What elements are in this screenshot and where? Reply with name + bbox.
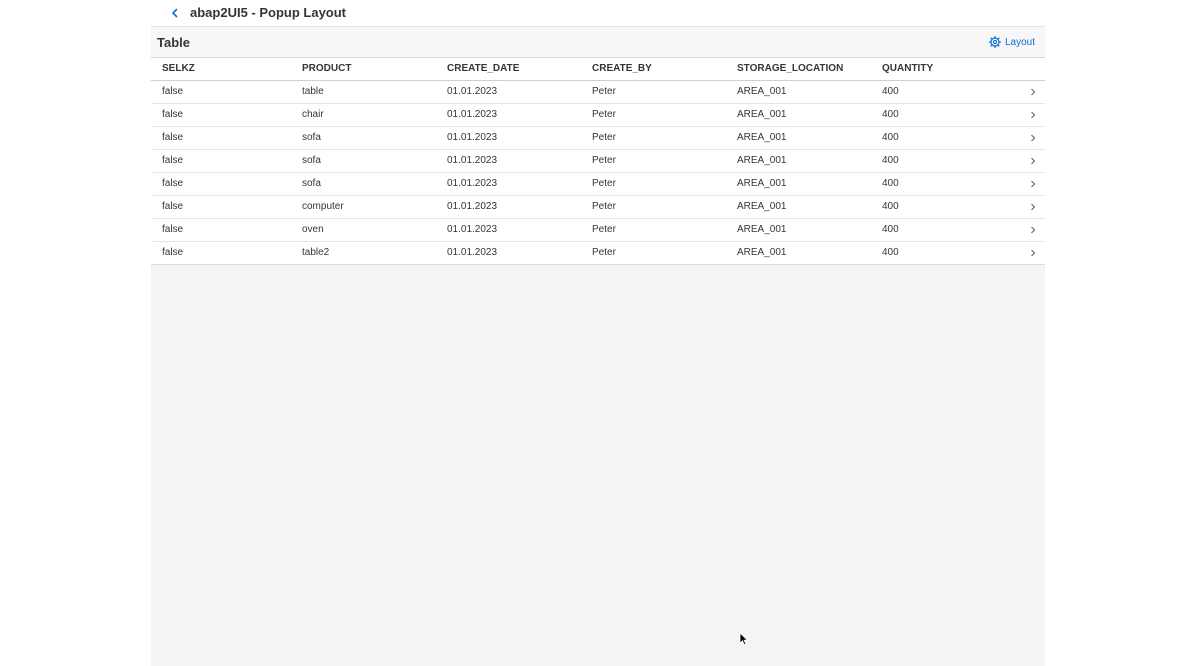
cell-create-date: 01.01.2023 [447, 155, 498, 166]
column-header-create-by[interactable]: CREATE_BY [592, 58, 652, 80]
chevron-right-icon[interactable] [1029, 157, 1037, 165]
cell-storage-location: AREA_001 [737, 155, 787, 166]
cell-selkz: false [162, 86, 184, 97]
cell-product: sofa [302, 178, 321, 189]
cell-storage-location: AREA_001 [737, 247, 787, 258]
chevron-right-icon[interactable] [1029, 134, 1037, 142]
layout-button[interactable]: Layout [988, 34, 1035, 50]
table-header-row: SELKZ PRODUCT CREATE_DATE CREATE_BY STOR… [151, 58, 1045, 81]
table-row[interactable]: false table2 01.01.2023 Peter AREA_001 4… [151, 242, 1045, 264]
chevron-right-icon[interactable] [1029, 226, 1037, 234]
cell-create-date: 01.01.2023 [447, 132, 498, 143]
cell-product: table [302, 86, 324, 97]
cell-storage-location: AREA_001 [737, 86, 787, 97]
table-toolbar: Table Layout [151, 27, 1045, 58]
table-row[interactable]: false sofa 01.01.2023 Peter AREA_001 400 [151, 127, 1045, 150]
back-button[interactable] [165, 3, 185, 23]
cell-create-by: Peter [592, 201, 616, 212]
cell-quantity: 400 [882, 247, 899, 258]
table-row[interactable]: false sofa 01.01.2023 Peter AREA_001 400 [151, 150, 1045, 173]
cell-create-by: Peter [592, 132, 616, 143]
cell-create-by: Peter [592, 155, 616, 166]
cell-selkz: false [162, 201, 184, 212]
column-header-storage-location[interactable]: STORAGE_LOCATION [737, 58, 843, 80]
column-header-selkz[interactable]: SELKZ [162, 58, 195, 80]
column-header-create-date[interactable]: CREATE_DATE [447, 58, 519, 80]
cell-storage-location: AREA_001 [737, 132, 787, 143]
gear-icon [988, 36, 1001, 48]
column-header-product[interactable]: PRODUCT [302, 58, 351, 80]
cell-create-by: Peter [592, 86, 616, 97]
chevron-right-icon[interactable] [1029, 203, 1037, 211]
chevron-right-icon[interactable] [1029, 88, 1037, 96]
table-row[interactable]: false oven 01.01.2023 Peter AREA_001 400 [151, 219, 1045, 242]
cell-storage-location: AREA_001 [737, 224, 787, 235]
cell-create-date: 01.01.2023 [447, 247, 498, 258]
chevron-right-icon[interactable] [1029, 111, 1037, 119]
cell-selkz: false [162, 178, 184, 189]
cell-quantity: 400 [882, 132, 899, 143]
cell-product: sofa [302, 132, 321, 143]
cell-create-date: 01.01.2023 [447, 201, 498, 212]
cell-storage-location: AREA_001 [737, 109, 787, 120]
cell-create-date: 01.01.2023 [447, 109, 498, 120]
cell-quantity: 400 [882, 86, 899, 97]
cell-storage-location: AREA_001 [737, 201, 787, 212]
cell-create-by: Peter [592, 109, 616, 120]
cell-create-by: Peter [592, 247, 616, 258]
page-header: abap2UI5 - Popup Layout [151, 0, 1045, 27]
chevron-right-icon[interactable] [1029, 180, 1037, 188]
cell-create-by: Peter [592, 224, 616, 235]
cell-product: sofa [302, 155, 321, 166]
table-title: Table [157, 35, 190, 50]
cell-quantity: 400 [882, 224, 899, 235]
app-shell: abap2UI5 - Popup Layout Table Layout SEL… [151, 0, 1045, 666]
cell-create-by: Peter [592, 178, 616, 189]
cell-storage-location: AREA_001 [737, 178, 787, 189]
table-row[interactable]: false computer 01.01.2023 Peter AREA_001… [151, 196, 1045, 219]
data-table: SELKZ PRODUCT CREATE_DATE CREATE_BY STOR… [151, 58, 1045, 265]
cell-product: oven [302, 224, 324, 235]
cell-create-date: 01.01.2023 [447, 224, 498, 235]
table-row[interactable]: false sofa 01.01.2023 Peter AREA_001 400 [151, 173, 1045, 196]
cell-quantity: 400 [882, 201, 899, 212]
cell-quantity: 400 [882, 109, 899, 120]
cell-create-date: 01.01.2023 [447, 86, 498, 97]
cell-selkz: false [162, 109, 184, 120]
table-row[interactable]: false table 01.01.2023 Peter AREA_001 40… [151, 81, 1045, 104]
chevron-right-icon[interactable] [1029, 249, 1037, 257]
mouse-cursor-icon [739, 632, 749, 646]
cell-product: chair [302, 109, 324, 120]
cell-create-date: 01.01.2023 [447, 178, 498, 189]
column-header-quantity[interactable]: QUANTITY [882, 58, 933, 80]
cell-selkz: false [162, 247, 184, 258]
chevron-left-icon [172, 8, 178, 18]
table-row[interactable]: false chair 01.01.2023 Peter AREA_001 40… [151, 104, 1045, 127]
cell-quantity: 400 [882, 155, 899, 166]
cell-selkz: false [162, 155, 184, 166]
cell-quantity: 400 [882, 178, 899, 189]
cell-product: computer [302, 201, 344, 212]
page-title: abap2UI5 - Popup Layout [190, 5, 347, 20]
cell-selkz: false [162, 224, 184, 235]
cell-product: table2 [302, 247, 330, 258]
cell-selkz: false [162, 132, 184, 143]
layout-button-label: Layout [1004, 36, 1035, 48]
